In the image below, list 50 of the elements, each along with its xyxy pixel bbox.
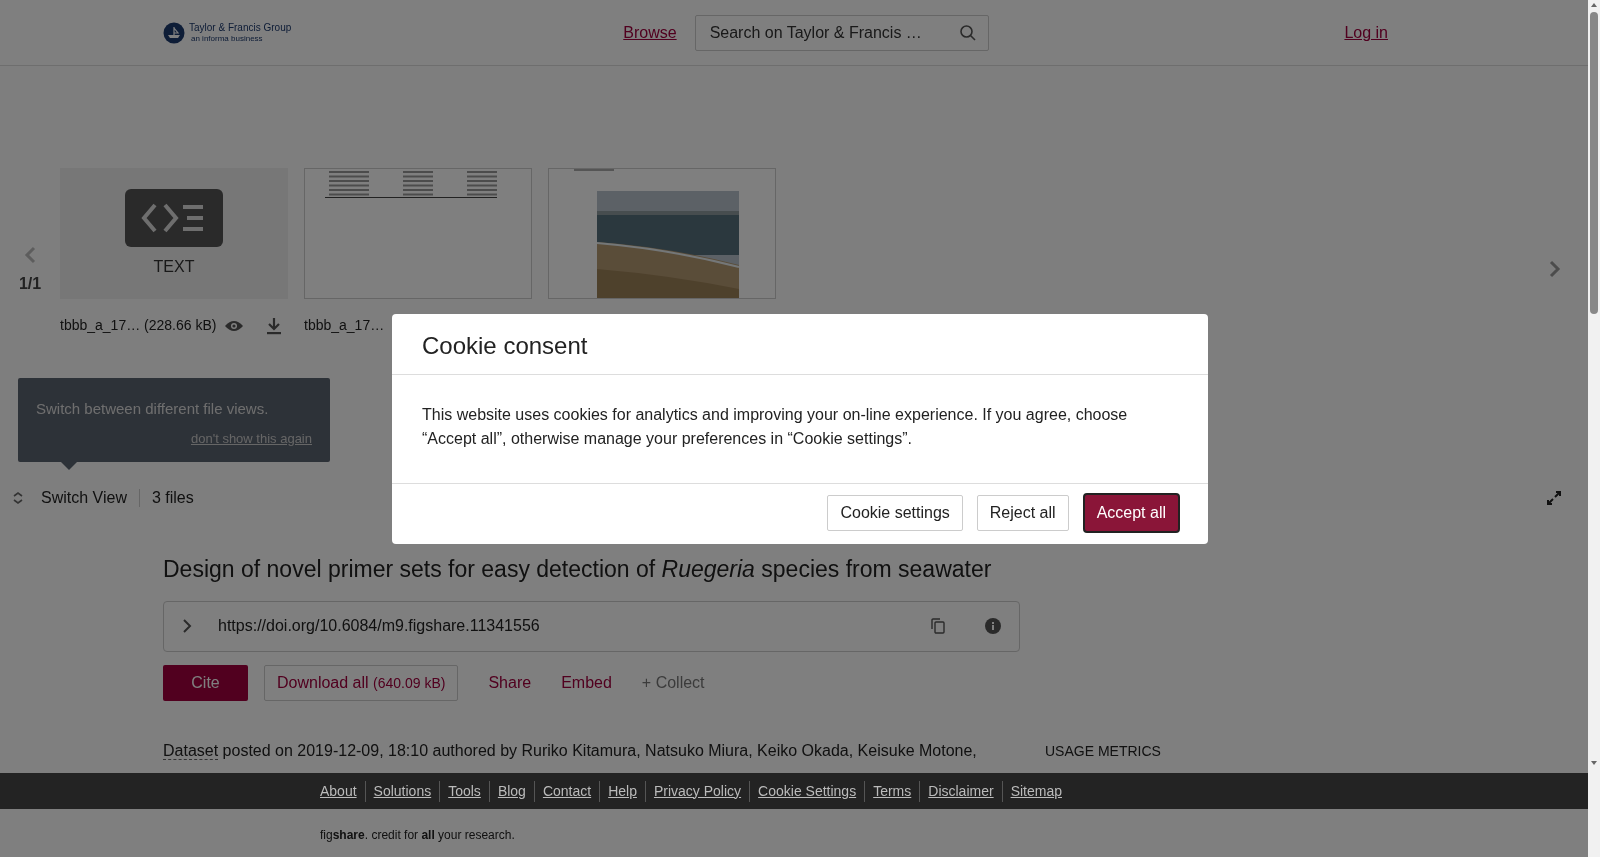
file-type-label: TEXT [153,256,195,277]
footer-link[interactable]: Terms [864,780,920,802]
file-name[interactable]: tbbb_a_17… (228.66 kB) [60,315,217,336]
fullscreen-icon[interactable] [1546,490,1562,506]
footer-credit: figshare. credit for all your research. [320,827,515,844]
browse-link[interactable]: Browse [623,20,677,45]
footer-link[interactable]: Blog [488,780,534,802]
eye-icon[interactable] [224,318,245,333]
action-link[interactable]: Embed [561,670,612,695]
search-icon[interactable] [958,23,977,42]
footer-link[interactable]: Privacy Policy [644,780,750,802]
dialog-message: This website uses cookies for analytics and improving your on-line experience. If you agree, choose “Accept all”, otherwise manage your preferences in “Cookie settings”. [422,405,1129,449]
usage-metrics-label: USAGE METRICS [1045,741,1161,761]
tooltip-text: Switch between different file views. [36,399,270,419]
logo-text[interactable]: Taylor & Francis Group [189,22,292,33]
info-icon[interactable] [985,618,1001,635]
logo-tagline: an informa business [191,34,264,43]
scrollbar-drawing[interactable] [1588,0,1600,857]
logo-icon [163,21,185,44]
dialog-button[interactable]: Reject all [976,495,1069,531]
footer-link[interactable]: Disclaimer [919,780,1002,802]
login-link[interactable]: Log in [1344,20,1388,45]
download-button[interactable]: Download all (640.09 kB) [264,664,459,701]
action-link[interactable]: Share [488,670,532,695]
switch-view-button[interactable]: Switch View [41,486,127,510]
download-icon[interactable] [266,316,283,335]
search-field[interactable]: Search on Taylor & Francis … [694,14,989,51]
footer-link[interactable]: Contact [533,780,600,802]
footer-link[interactable]: Cookie Settings [749,780,865,802]
byline: Dataset posted on 2019-12-09, 18:10 authored by Ruriko Kitamura, Natsuko Miura, Keiko Okada, Keisuke Motone, [163,740,978,762]
article-title: Design of novel primer sets for easy detection of Ruegeria species from seawater [163,556,993,584]
item-type-link[interactable]: Dataset [163,741,219,760]
chevron-right-icon[interactable] [182,618,192,635]
footer-link[interactable]: Sitemap [1001,780,1070,802]
page-counter: 1/1 [18,274,42,294]
switch-icon[interactable] [12,491,24,505]
file-count: 3 files [151,488,194,508]
accept-button[interactable]: Accept all [1082,493,1180,533]
footer-link[interactable]: About [320,780,365,802]
dialog-button[interactable]: Cookie settings [827,495,963,531]
copy-icon[interactable] [931,618,945,635]
dialog-title: Cookie consent [422,332,588,359]
footer-link[interactable]: Tools [439,780,489,802]
doi-link[interactable]: https://doi.org/10.6084/m9.figshare.11341556 [218,614,540,639]
code-file-icon [125,188,223,247]
footer-link[interactable]: Help [599,780,645,802]
file-name[interactable]: tbbb_a_17… [304,315,385,336]
footer-link[interactable]: Solutions [364,780,440,802]
cite-button[interactable]: Cite [163,664,248,701]
chevron-right-icon[interactable] [1548,260,1562,278]
